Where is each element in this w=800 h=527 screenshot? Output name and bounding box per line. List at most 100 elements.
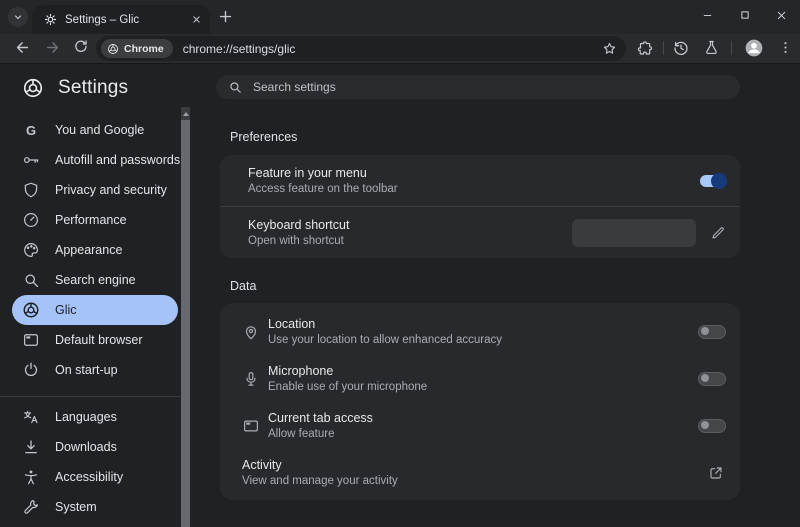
google-g-icon: G <box>25 122 37 138</box>
toolbar-divider <box>663 41 664 55</box>
section-title-preferences: Preferences <box>230 130 298 144</box>
address-bar[interactable]: Chrome chrome://settings/glic <box>96 36 626 61</box>
toggle-knob <box>711 172 727 189</box>
keyboard-shortcut-input[interactable] <box>572 218 696 247</box>
close-icon <box>192 15 201 24</box>
row-text: Location Use your location to allow enha… <box>268 317 698 346</box>
row-text: Feature in your menu Access feature on t… <box>248 166 700 195</box>
shield-icon <box>22 181 40 199</box>
gear-favicon-icon <box>44 13 57 26</box>
toolbar: Chrome chrome://settings/glic <box>0 34 800 64</box>
wrench-icon <box>22 498 40 516</box>
sidebar-item-system[interactable]: System <box>0 492 190 522</box>
minimize-icon <box>702 10 713 21</box>
close-window-button[interactable] <box>763 0 800 30</box>
key-icon <box>22 151 40 169</box>
close-icon <box>776 10 787 21</box>
sidebar-item-search-engine[interactable]: Search engine <box>0 265 190 295</box>
sidebar-item-label: Languages <box>55 410 117 424</box>
tab-search-button[interactable] <box>8 7 28 27</box>
sidebar-item-languages[interactable]: Languages <box>0 402 190 432</box>
profile-avatar[interactable] <box>744 38 764 58</box>
toggle-knob <box>701 420 709 429</box>
search-icon <box>228 80 242 94</box>
active-tab[interactable]: Settings – Glic <box>32 5 210 34</box>
row-sublabel: Open with shortcut <box>248 235 344 247</box>
menu-dots-icon[interactable] <box>778 40 793 55</box>
search-input[interactable] <box>251 79 730 95</box>
open-external-icon[interactable] <box>708 465 724 481</box>
sidebar-item-label: Performance <box>55 213 127 227</box>
microphone-row: Microphone Enable use of your microphone <box>220 355 740 402</box>
row-label: Location <box>268 317 316 331</box>
reload-button[interactable] <box>73 39 89 55</box>
row-label: Microphone <box>268 364 334 378</box>
settings-header: Settings <box>22 77 128 99</box>
feature-in-your-menu-row: Feature in your menu Access feature on t… <box>220 155 740 206</box>
new-tab-button[interactable] <box>218 9 233 24</box>
settings-menu: G You and Google Autofill and passwords … <box>0 115 190 385</box>
forward-button[interactable] <box>44 39 61 56</box>
browser-window: Settings – Glic Chrome chrome://settings… <box>0 0 800 527</box>
maximize-button[interactable] <box>726 0 763 30</box>
microphone-icon <box>242 370 260 388</box>
sidebar-item-glic[interactable]: Glic <box>0 295 190 325</box>
sidebar-item-label: Glic <box>55 303 77 317</box>
row-sublabel: Access feature on the toolbar <box>248 183 398 195</box>
sidebar-item-label: Autofill and passwords <box>55 153 181 167</box>
minimize-button[interactable] <box>689 0 726 30</box>
sidebar-item-you-and-google[interactable]: G You and Google <box>0 115 190 145</box>
settings-menu-secondary: Languages Downloads Accessibility System <box>0 402 190 522</box>
section-title-data: Data <box>230 279 257 293</box>
row-sublabel: View and manage your activity <box>242 475 398 487</box>
history-icon[interactable] <box>672 39 690 57</box>
scrollbar-up-button[interactable] <box>181 107 190 120</box>
sidebar-item-accessibility[interactable]: Accessibility <box>0 462 190 492</box>
browser-window-icon <box>22 331 40 349</box>
palette-icon <box>22 241 40 259</box>
sidebar-item-privacy[interactable]: Privacy and security <box>0 175 190 205</box>
search-settings-box[interactable] <box>216 75 740 99</box>
feature-in-menu-toggle[interactable] <box>700 172 727 189</box>
sidebar-item-appearance[interactable]: Appearance <box>0 235 190 265</box>
row-text: Current tab access Allow feature <box>268 411 698 440</box>
activity-row[interactable]: Activity View and manage your activity <box>220 449 740 496</box>
row-text: Microphone Enable use of your microphone <box>268 364 698 393</box>
current-tab-access-row: Current tab access Allow feature <box>220 402 740 449</box>
chrome-site-chip[interactable]: Chrome <box>101 39 173 58</box>
glic-logo-icon <box>22 301 40 319</box>
sidebar-item-label: Search engine <box>55 273 136 287</box>
power-icon <box>22 361 40 379</box>
row-label: Feature in your menu <box>248 166 367 180</box>
url-text: chrome://settings/glic <box>182 41 296 56</box>
microphone-toggle[interactable] <box>698 371 726 386</box>
scrollbar-thumb[interactable] <box>181 120 190 527</box>
toggle-knob <box>701 326 709 335</box>
page-title: Settings <box>58 77 129 98</box>
location-toggle[interactable] <box>698 324 726 339</box>
sidebar-item-label: System <box>55 500 97 514</box>
sidebar-item-autofill[interactable]: Autofill and passwords <box>0 145 190 175</box>
bookmark-star-icon[interactable] <box>602 41 617 56</box>
back-button[interactable] <box>14 39 31 56</box>
sidebar-item-label: On start-up <box>55 363 118 377</box>
sidebar-item-label: Privacy and security <box>55 183 167 197</box>
sidebar-item-on-startup[interactable]: On start-up <box>0 355 190 385</box>
sidebar-item-label: You and Google <box>55 123 145 137</box>
extensions-puzzle-icon[interactable] <box>636 39 654 57</box>
data-card: Location Use your location to allow enha… <box>220 303 740 500</box>
sidebar-item-label: Accessibility <box>55 470 124 484</box>
edit-pencil-icon[interactable] <box>710 225 726 241</box>
tab-close-button[interactable] <box>188 12 204 28</box>
toolbar-divider <box>731 41 732 55</box>
row-text: Activity View and manage your activity <box>242 458 708 487</box>
speedometer-icon <box>22 211 40 229</box>
sidebar-item-performance[interactable]: Performance <box>0 205 190 235</box>
labs-flask-icon[interactable] <box>703 39 720 56</box>
sidebar-item-downloads[interactable]: Downloads <box>0 432 190 462</box>
chrome-logo-icon <box>107 43 119 55</box>
sidebar-item-default-browser[interactable]: Default browser <box>0 325 190 355</box>
current-tab-toggle[interactable] <box>698 418 726 433</box>
row-label: Activity <box>242 458 282 472</box>
search-icon <box>22 271 40 289</box>
